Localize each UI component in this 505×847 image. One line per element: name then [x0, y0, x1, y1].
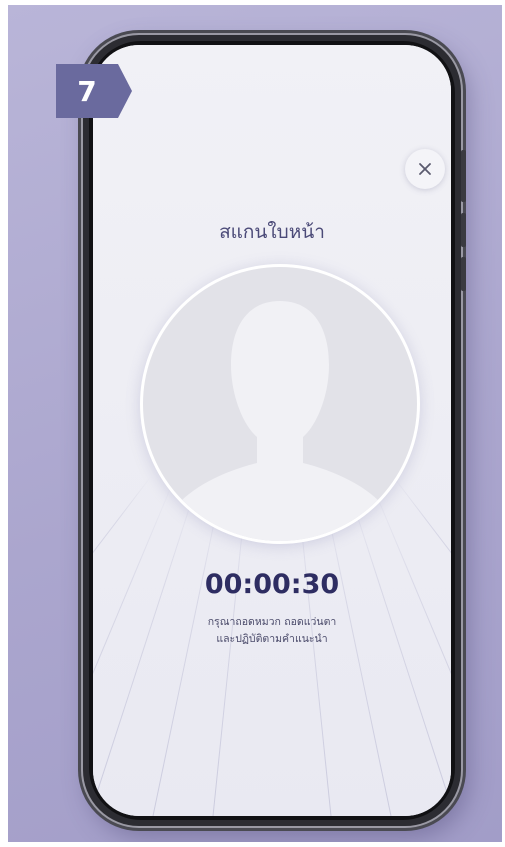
phone-side-button	[461, 257, 466, 291]
countdown-timer: 00:00:30	[204, 569, 340, 600]
close-icon	[419, 163, 431, 175]
phone-frame: สแกนใบหน้า 00:00:30 กรุณาถอดหมวก ถอดแว่น…	[81, 33, 466, 828]
background-panel: สแกนใบหน้า 00:00:30 กรุณาถอดหมวก ถอดแว่น…	[8, 5, 502, 842]
screen-title: สแกนใบหน้า	[219, 221, 325, 243]
instruction-text-line-2: และปฏิบัติตามคำแนะนำ	[216, 633, 328, 645]
step-badge: 7	[56, 64, 132, 118]
phone-side-button	[461, 150, 466, 202]
face-scan-frame	[140, 264, 420, 544]
person-silhouette-icon	[165, 301, 395, 541]
instruction-text-line-1: กรุณาถอดหมวก ถอดแว่นตา	[207, 616, 337, 628]
phone-screen: สแกนใบหน้า 00:00:30 กรุณาถอดหมวก ถอดแว่น…	[93, 45, 451, 816]
phone-side-button	[461, 213, 466, 247]
step-number: 7	[77, 74, 97, 108]
close-button[interactable]	[405, 149, 445, 189]
